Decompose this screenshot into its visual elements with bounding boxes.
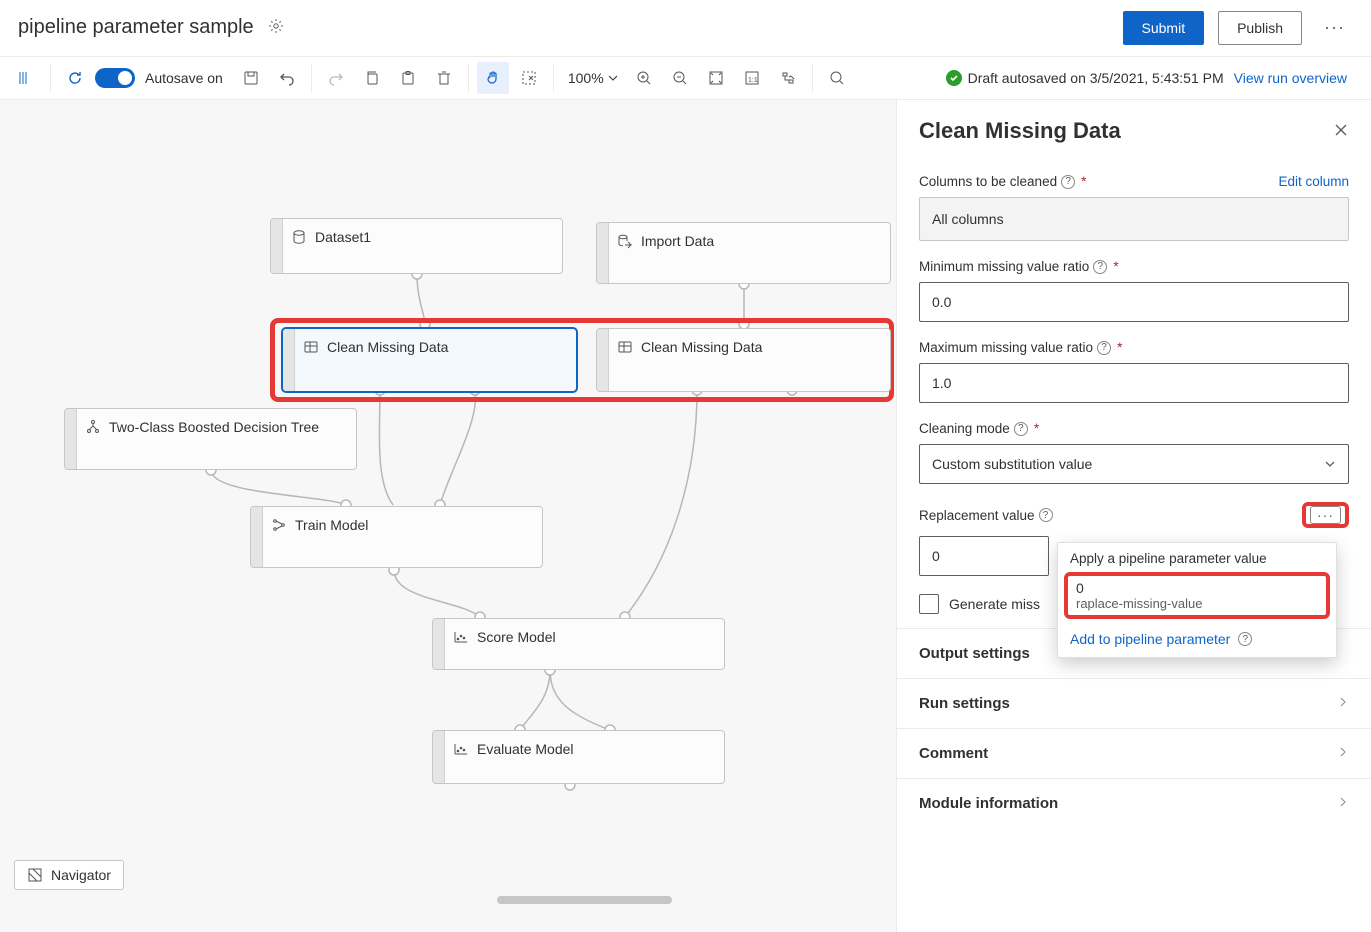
- section-comment[interactable]: Comment: [897, 728, 1371, 778]
- copy-icon[interactable]: [356, 62, 388, 94]
- autolayout-icon[interactable]: [772, 62, 804, 94]
- help-icon[interactable]: ?: [1097, 341, 1111, 355]
- columns-value: All columns: [919, 197, 1349, 241]
- panel-toggle-icon[interactable]: [10, 62, 42, 94]
- decision-tree-icon: [85, 419, 101, 435]
- delete-icon[interactable]: [428, 62, 460, 94]
- success-icon: [946, 70, 962, 86]
- help-icon[interactable]: ?: [1014, 422, 1028, 436]
- score-icon: [453, 629, 469, 645]
- columns-label: Columns to be cleaned: [919, 174, 1057, 189]
- cleaning-mode-label: Cleaning mode: [919, 421, 1010, 436]
- refresh-icon[interactable]: [59, 62, 91, 94]
- svg-text:1:1: 1:1: [748, 77, 758, 84]
- import-icon: [617, 233, 633, 249]
- properties-panel: Clean Missing Data Columns to be cleaned…: [896, 100, 1371, 932]
- pipeline-param-popup: Apply a pipeline parameter value 0 rapla…: [1057, 542, 1337, 658]
- edit-column-link[interactable]: Edit column: [1278, 174, 1349, 189]
- view-run-link[interactable]: View run overview: [1234, 70, 1347, 86]
- zoom-out-icon[interactable]: [664, 62, 696, 94]
- page-title: pipeline parameter sample: [18, 16, 254, 39]
- node-dataset1[interactable]: Dataset1: [270, 218, 563, 274]
- clean-icon: [303, 339, 319, 355]
- publish-button[interactable]: Publish: [1218, 11, 1302, 45]
- node-evaluate-model[interactable]: Evaluate Model: [432, 730, 725, 784]
- search-icon[interactable]: [821, 62, 853, 94]
- help-icon[interactable]: ?: [1238, 632, 1252, 646]
- dataset-icon: [291, 229, 307, 245]
- redo-icon[interactable]: [320, 62, 352, 94]
- replacement-value-input[interactable]: 0: [919, 536, 1049, 576]
- node-clean-missing-2[interactable]: Clean Missing Data: [596, 328, 891, 392]
- autosave-label: Autosave on: [145, 70, 223, 86]
- cleaning-mode-select[interactable]: Custom substitution value: [919, 444, 1349, 484]
- panel-title: Clean Missing Data: [919, 118, 1121, 144]
- popup-title: Apply a pipeline parameter value: [1058, 543, 1336, 572]
- actual-size-icon[interactable]: 1:1: [736, 62, 768, 94]
- help-icon[interactable]: ?: [1093, 260, 1107, 274]
- zoom-in-icon[interactable]: [628, 62, 660, 94]
- section-module-info[interactable]: Module information: [897, 778, 1371, 828]
- horizontal-scrollbar[interactable]: [497, 896, 672, 904]
- help-icon[interactable]: ?: [1061, 175, 1075, 189]
- help-icon[interactable]: ?: [1039, 508, 1053, 522]
- max-ratio-label: Maximum missing value ratio: [919, 340, 1093, 355]
- generate-missing-label: Generate miss: [949, 596, 1040, 612]
- more-icon[interactable]: ···: [1316, 13, 1353, 42]
- navigator-button[interactable]: Navigator: [14, 860, 124, 890]
- autosave-toggle[interactable]: [95, 68, 135, 88]
- replacement-more-button[interactable]: ···: [1310, 506, 1341, 524]
- section-run-settings[interactable]: Run settings: [897, 678, 1371, 728]
- close-icon[interactable]: [1333, 122, 1349, 141]
- zoom-level[interactable]: 100%: [562, 70, 624, 86]
- gear-icon[interactable]: [268, 18, 284, 37]
- draft-status: Draft autosaved on 3/5/2021, 5:43:51 PM: [946, 70, 1224, 86]
- node-two-class[interactable]: Two-Class Boosted Decision Tree: [64, 408, 357, 470]
- min-ratio-input[interactable]: 0.0: [919, 282, 1349, 322]
- undo-icon[interactable]: [271, 62, 303, 94]
- submit-button[interactable]: Submit: [1123, 11, 1205, 45]
- canvas[interactable]: Dataset1 Import Data Clean Missing Data …: [0, 100, 896, 932]
- node-score-model[interactable]: Score Model: [432, 618, 725, 670]
- select-icon[interactable]: [513, 62, 545, 94]
- clean-icon: [617, 339, 633, 355]
- min-ratio-label: Minimum missing value ratio: [919, 259, 1089, 274]
- evaluate-icon: [453, 741, 469, 757]
- train-icon: [271, 517, 287, 533]
- chevron-down-icon: [1324, 458, 1336, 470]
- node-import-data[interactable]: Import Data: [596, 222, 891, 284]
- max-ratio-input[interactable]: 1.0: [919, 363, 1349, 403]
- node-clean-missing-1[interactable]: Clean Missing Data: [282, 328, 577, 392]
- fit-icon[interactable]: [700, 62, 732, 94]
- pan-icon[interactable]: [477, 62, 509, 94]
- save-icon[interactable]: [235, 62, 267, 94]
- paste-icon[interactable]: [392, 62, 424, 94]
- popup-param-item[interactable]: 0 raplace-missing-value: [1064, 572, 1330, 619]
- node-train-model[interactable]: Train Model: [250, 506, 543, 568]
- replacement-value-label: Replacement value: [919, 508, 1035, 523]
- navigator-icon: [27, 867, 43, 883]
- generate-missing-checkbox[interactable]: [919, 594, 939, 614]
- add-pipeline-param-link[interactable]: Add to pipeline parameter ?: [1058, 623, 1336, 657]
